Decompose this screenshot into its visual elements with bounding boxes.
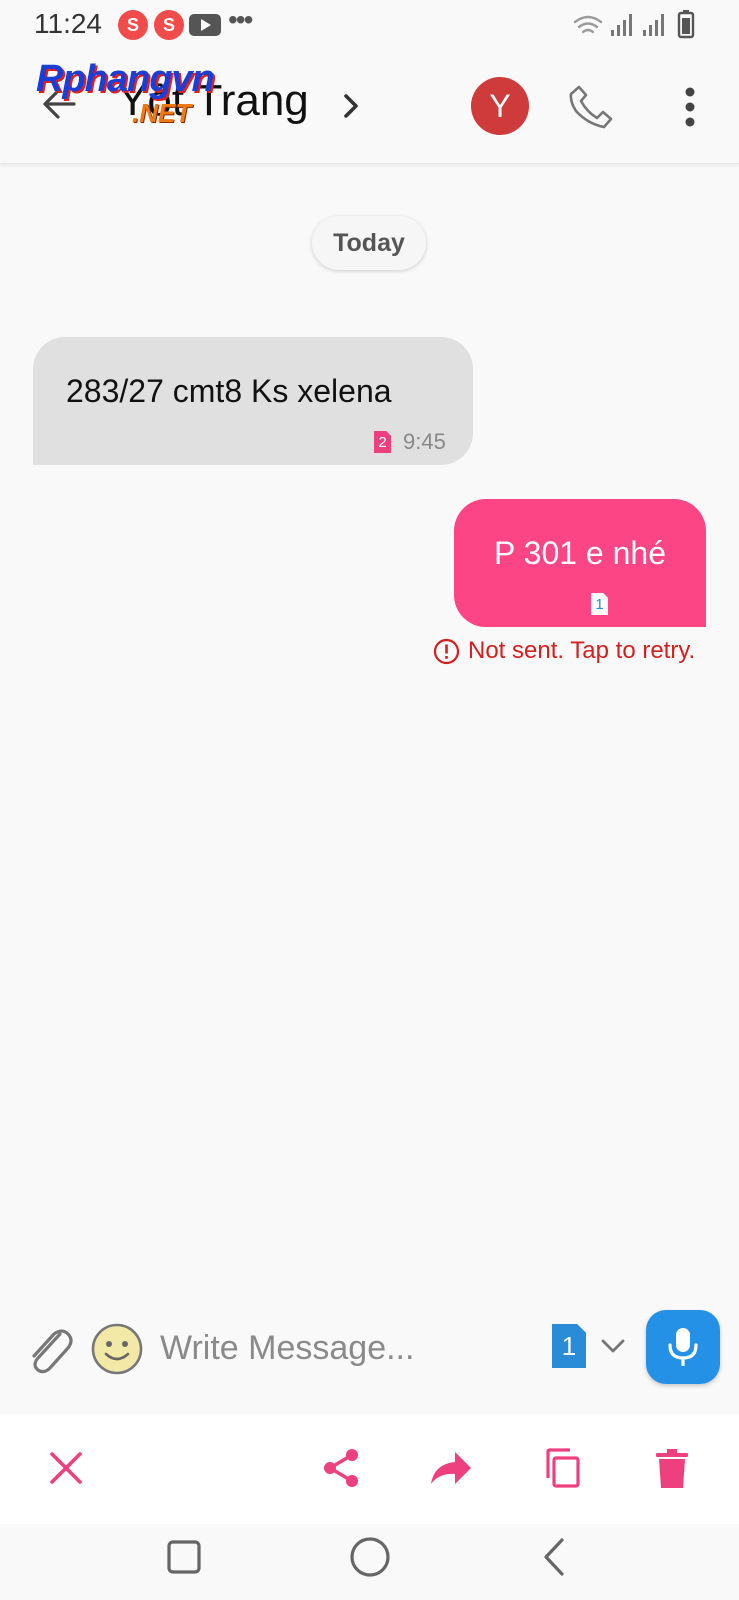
- home-icon[interactable]: [345, 1532, 395, 1582]
- more-vert-icon[interactable]: [672, 82, 708, 132]
- sim-1-icon: 1: [591, 593, 608, 615]
- youtube-notification-icon: [189, 14, 221, 36]
- chevron-right-icon[interactable]: [340, 90, 362, 122]
- system-status-icons: [573, 10, 695, 39]
- avatar[interactable]: Y: [471, 77, 529, 135]
- message-text: 283/27 cmt8 Ks xelena: [66, 373, 392, 409]
- contact-name[interactable]: Yốt Trang: [118, 76, 309, 126]
- outgoing-message-bubble[interactable]: P 301 e nhé 1: [454, 499, 706, 627]
- send-failed-retry[interactable]: Not sent. Tap to retry.: [433, 636, 695, 666]
- message-time: 9:45: [403, 429, 446, 454]
- message-text: P 301 e nhé: [493, 535, 666, 571]
- emoji-icon[interactable]: [90, 1322, 144, 1376]
- voice-record-button[interactable]: [646, 1310, 720, 1384]
- status-time: 11:24: [34, 8, 102, 39]
- recents-icon[interactable]: [159, 1532, 209, 1582]
- back-arrow-icon[interactable]: [38, 82, 82, 126]
- wifi-icon: [573, 15, 603, 34]
- forward-icon[interactable]: [427, 1444, 475, 1492]
- chevron-down-icon: [601, 1339, 625, 1353]
- message-action-bar: [0, 1414, 739, 1524]
- signal-2-icon: [643, 14, 664, 36]
- battery-icon: [677, 10, 695, 39]
- status-bar: 11:24 S S •••: [0, 0, 739, 52]
- sim-1-icon: 1: [552, 1324, 586, 1368]
- notification-s-icon: S: [154, 10, 184, 40]
- conversation-header: Yốt Trang Rphangvn .NET Y: [0, 52, 739, 164]
- paperclip-icon[interactable]: [24, 1320, 74, 1376]
- back-icon[interactable]: [530, 1532, 580, 1582]
- send-status-text: Not sent. Tap to retry.: [468, 637, 696, 664]
- more-notifications-icon: •••: [228, 4, 253, 35]
- compose-bar: 1: [0, 1296, 739, 1414]
- incoming-message-bubble[interactable]: 283/27 cmt8 Ks xelena 2 9:45: [33, 337, 473, 465]
- share-icon[interactable]: [317, 1444, 365, 1492]
- phone-icon[interactable]: [566, 82, 616, 132]
- mic-icon: [668, 1328, 698, 1366]
- message-input[interactable]: [160, 1316, 540, 1380]
- date-separator: Today: [312, 216, 426, 270]
- delete-icon[interactable]: [648, 1444, 696, 1492]
- error-icon: [433, 638, 460, 664]
- copy-icon[interactable]: [538, 1444, 586, 1492]
- sim-selector[interactable]: 1: [552, 1324, 628, 1372]
- signal-1-icon: [611, 14, 632, 36]
- navigation-bar: [0, 1524, 739, 1600]
- notification-s-icon: S: [118, 10, 148, 40]
- sim-2-icon: 2: [374, 431, 391, 453]
- close-icon[interactable]: [42, 1444, 90, 1492]
